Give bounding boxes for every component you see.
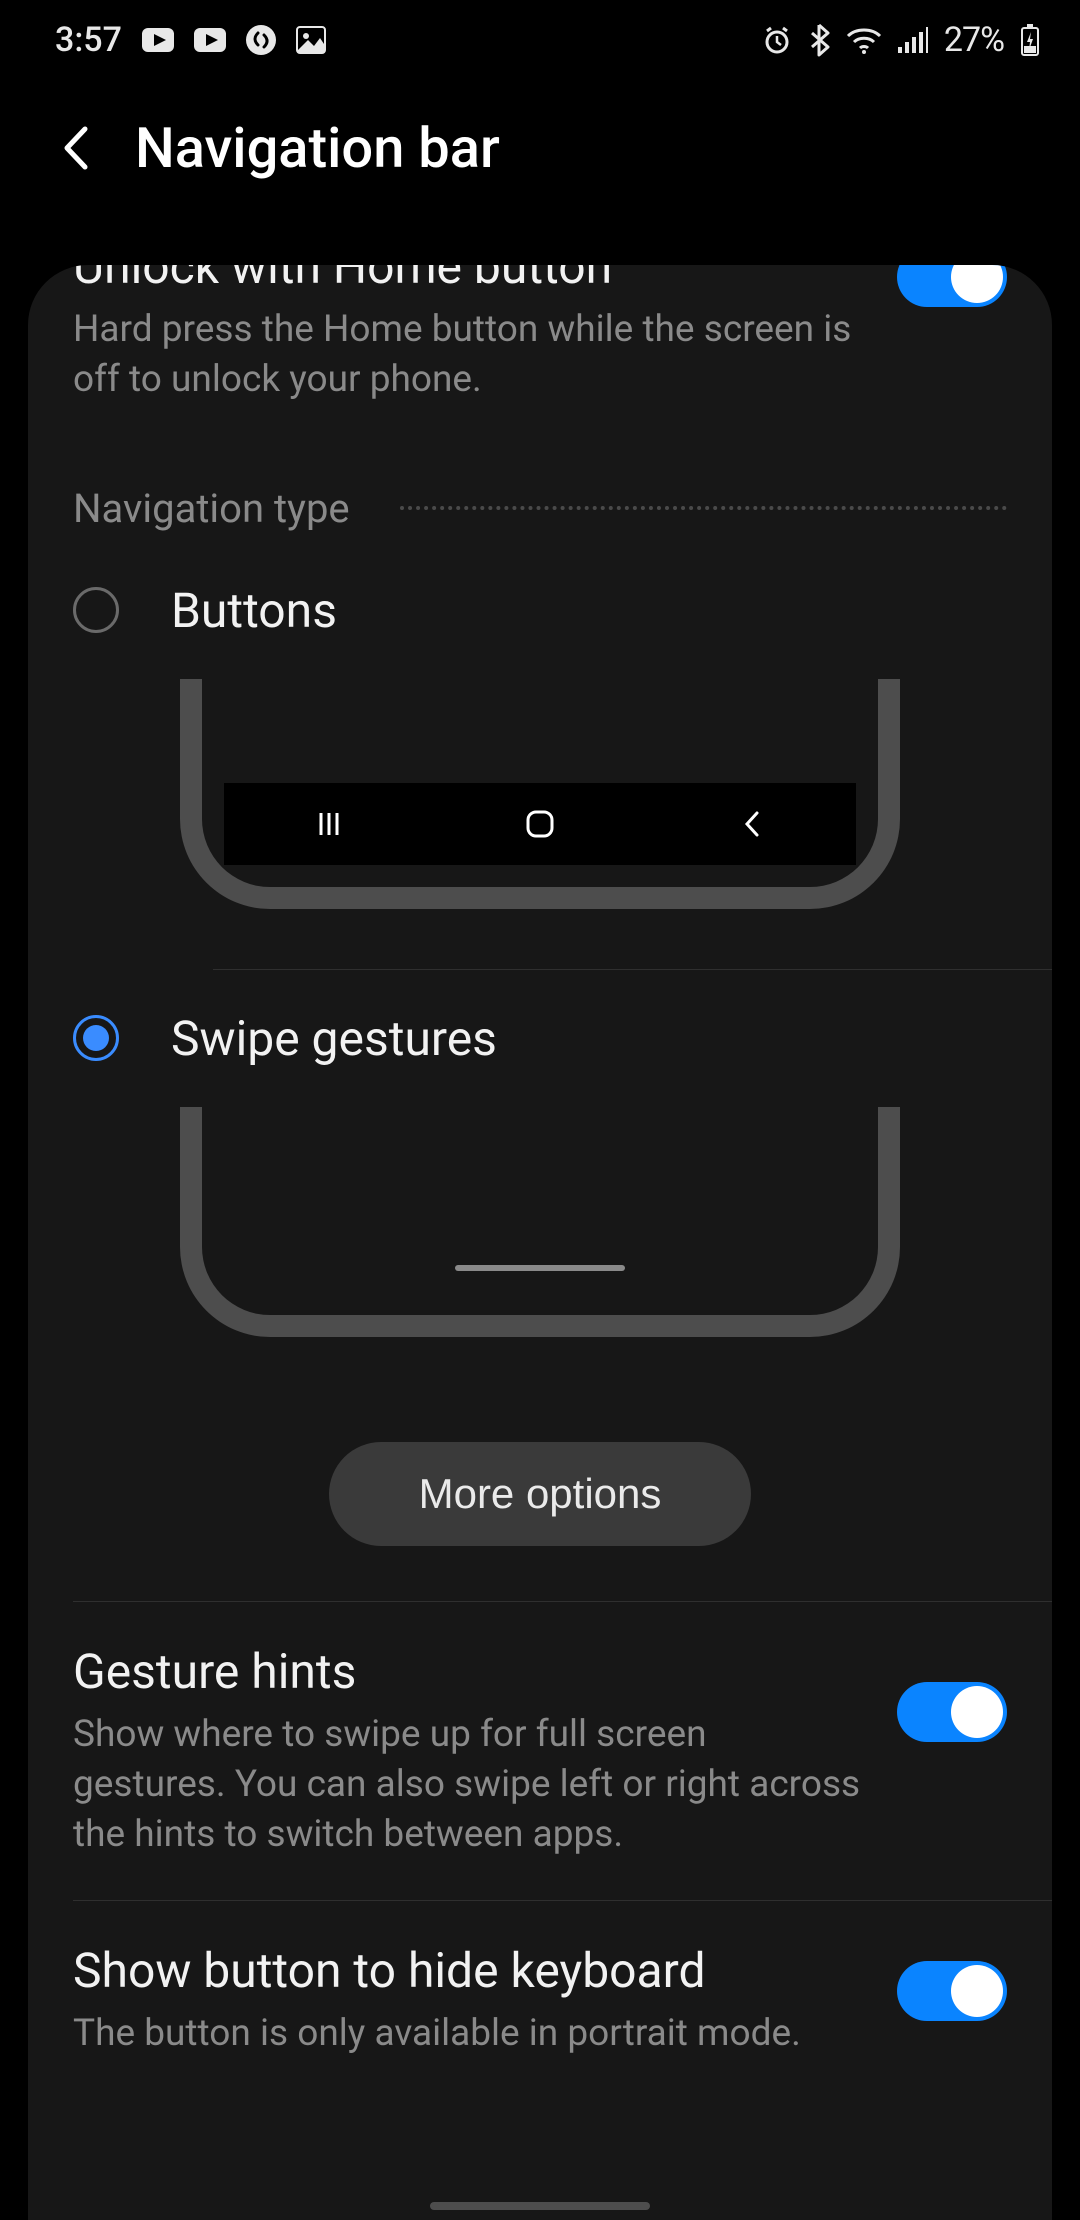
gallery-icon [296,26,326,54]
unlock-home-row[interactable]: Unlock with Home button Hard press the H… [28,265,1052,445]
gesture-hints-title: Gesture hints [73,1642,867,1702]
hide-keyboard-desc: The button is only available in portrait… [73,2009,867,2059]
radio-buttons[interactable] [73,587,119,633]
status-time: 3:57 [55,20,122,60]
hide-keyboard-title: Show button to hide keyboard [73,1941,867,2001]
hide-keyboard-toggle[interactable] [897,1961,1007,2021]
youtube-icon [194,28,226,52]
unlock-home-desc: Hard press the Home button while the scr… [73,305,867,405]
wifi-icon [846,26,882,54]
nav-type-buttons-label: Buttons [171,582,337,639]
alarm-icon [762,25,792,55]
hide-keyboard-row[interactable]: Show button to hide keyboard The button … [28,1901,1052,2099]
navigation-type-label: Navigation type [73,485,350,532]
swipe-preview [180,1107,900,1337]
app-bar: Navigation bar [0,80,1080,215]
signal-icon [898,27,928,53]
shazam-icon [246,25,276,55]
radio-swipe[interactable] [73,1015,119,1061]
back-nav-icon [733,806,769,842]
nav-type-swipe-label: Swipe gestures [171,1010,497,1067]
status-bar: 3:57 27% [0,0,1080,80]
gesture-hints-toggle[interactable] [897,1682,1007,1742]
unlock-home-title: Unlock with Home button [73,265,867,297]
back-button[interactable] [55,118,95,178]
home-indicator [430,2202,650,2210]
bluetooth-icon [808,23,830,57]
battery-percent: 27% [944,20,1004,60]
youtube-icon [142,28,174,52]
unlock-home-toggle[interactable] [897,265,1007,307]
gesture-hints-desc: Show where to swipe up for full screen g… [73,1710,867,1860]
battery-charging-icon [1020,24,1040,56]
home-icon [522,806,558,842]
settings-card: Unlock with Home button Hard press the H… [28,265,1052,2220]
nav-type-swipe-option[interactable]: Swipe gestures [28,970,1052,1397]
more-options-button[interactable]: More options [329,1442,752,1546]
navigation-type-header: Navigation type [28,445,1052,562]
nav-type-buttons-option[interactable]: Buttons [28,562,1052,969]
recents-icon [311,806,347,842]
page-title: Navigation bar [135,115,500,181]
buttons-preview [180,679,900,909]
gesture-hints-row[interactable]: Gesture hints Show where to swipe up for… [28,1602,1052,1900]
gesture-bar-icon [455,1265,625,1271]
dotted-divider [400,506,1007,510]
